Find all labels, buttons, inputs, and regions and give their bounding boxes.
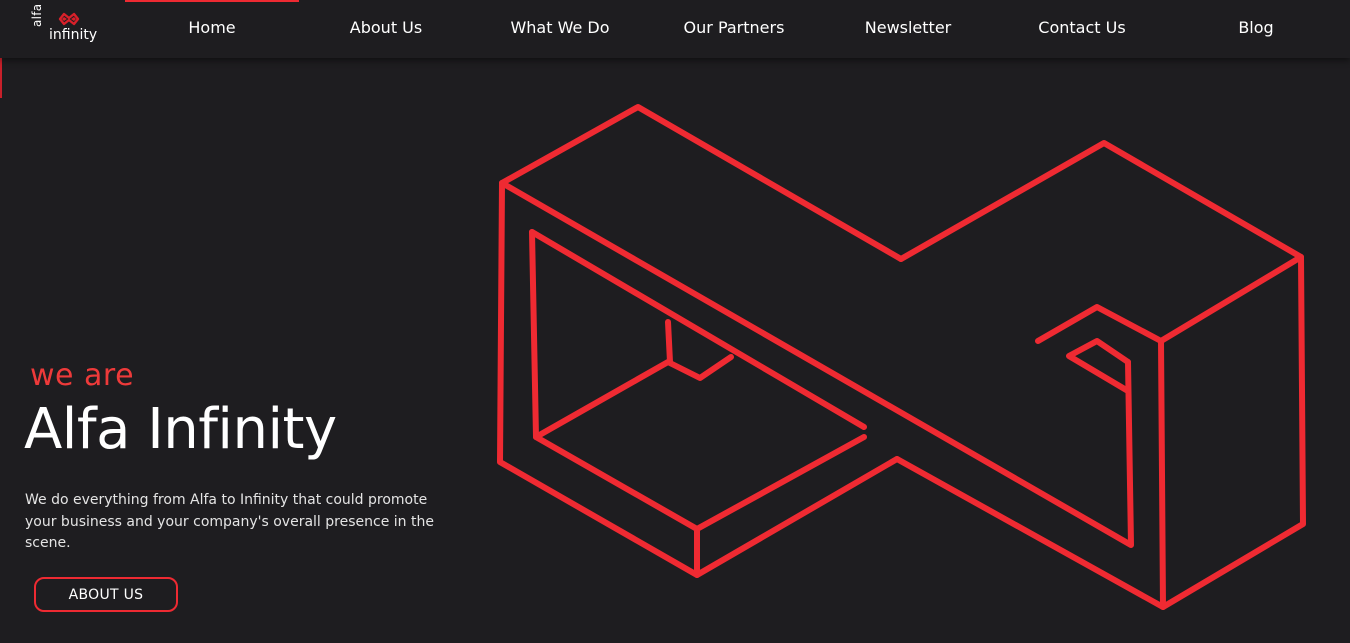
main-nav: Home About Us What We Do Our Partners Ne… (125, 0, 1343, 58)
isometric-infinity-illustration (497, 104, 1306, 610)
nav-item-what-we-do[interactable]: What We Do (473, 0, 647, 58)
hero-description: We do everything from Alfa to Infinity t… (25, 492, 434, 551)
about-us-button[interactable]: ABOUT US (34, 577, 178, 612)
infinity-icon (58, 12, 80, 26)
hero-title: Alfa Infinity (24, 397, 337, 462)
nav-item-newsletter[interactable]: Newsletter (821, 0, 995, 58)
logo[interactable]: alfa infinity (30, 4, 98, 46)
nav-item-about-us[interactable]: About Us (299, 0, 473, 58)
logo-text-infinity: infinity (49, 27, 98, 43)
page: alfa infinity Home About Us What We Do O… (0, 0, 1350, 643)
nav-item-contact-us[interactable]: Contact Us (995, 0, 1169, 58)
nav-item-blog[interactable]: Blog (1169, 0, 1343, 58)
site-header: alfa infinity Home About Us What We Do O… (0, 0, 1350, 58)
nav-item-our-partners[interactable]: Our Partners (647, 0, 821, 58)
logo-text-alfa: alfa (30, 3, 44, 27)
nav-item-home[interactable]: Home (125, 0, 299, 58)
hero-eyebrow: we are (30, 358, 135, 393)
